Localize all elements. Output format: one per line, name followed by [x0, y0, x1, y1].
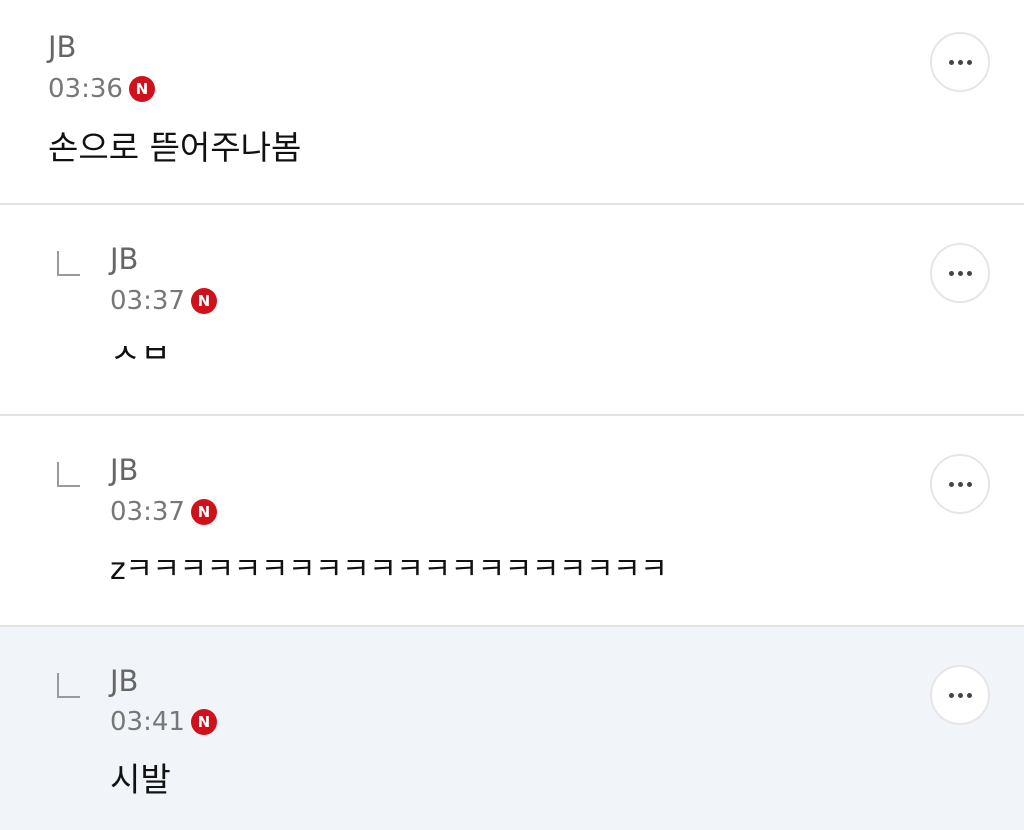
comment-meta: 03:37 N — [110, 285, 217, 317]
more-dots-icon — [948, 59, 972, 65]
comment-reply-item: JB 03:37 N ㅅㅂ — [0, 205, 1024, 416]
more-options-button[interactable] — [930, 665, 990, 725]
comment-item: JB 03:36 N 손으로 뜯어주나봄 — [0, 0, 1024, 205]
more-dots-icon — [948, 481, 972, 487]
more-options-button[interactable] — [930, 32, 990, 92]
naver-n-icon: N — [190, 499, 217, 525]
comment-time: 03:37 — [110, 497, 185, 527]
reply-corner-icon — [57, 251, 80, 276]
more-options-button[interactable] — [930, 243, 990, 303]
comment-time: 03:36 — [48, 74, 123, 104]
comment-text: 손으로 뜯어주나봄 — [48, 128, 302, 167]
comment-author[interactable]: JB — [110, 664, 138, 698]
naver-n-icon: N — [190, 288, 217, 314]
comment-reply-item: JB 03:37 N zㅋㅋㅋㅋㅋㅋㅋㅋㅋㅋㅋㅋㅋㅋㅋㅋㅋㅋㅋㅋ — [0, 416, 1024, 627]
more-dots-icon — [948, 692, 972, 698]
more-dots-icon — [948, 270, 972, 276]
naver-n-icon: N — [190, 709, 217, 735]
comment-reply-item-highlighted: JB 03:41 N 시발 — [0, 627, 1024, 830]
comment-text: ㅅㅂ — [110, 346, 171, 372]
comment-author[interactable]: JB — [110, 453, 138, 487]
more-options-button[interactable] — [930, 454, 990, 514]
comment-time: 03:41 — [110, 707, 185, 737]
naver-n-icon: N — [128, 76, 155, 102]
comment-meta: 03:41 N — [110, 706, 217, 738]
comment-time: 03:37 — [110, 286, 185, 316]
reply-corner-icon — [57, 673, 80, 698]
comment-list: JB 03:36 N 손으로 뜯어주나봄 JB 03:37 N ㅅㅂ JB 03… — [0, 0, 1024, 830]
reply-corner-icon — [57, 462, 80, 487]
comment-author[interactable]: JB — [110, 242, 138, 276]
comment-meta: 03:36 N — [48, 73, 155, 105]
comment-author[interactable]: JB — [48, 30, 76, 64]
comment-text: zㅋㅋㅋㅋㅋㅋㅋㅋㅋㅋㅋㅋㅋㅋㅋㅋㅋㅋㅋㅋ — [110, 552, 668, 587]
comment-text: 시발 — [110, 760, 171, 799]
comment-text-content: ㅅㅂ — [110, 346, 171, 371]
comment-meta: 03:37 N — [110, 496, 217, 528]
